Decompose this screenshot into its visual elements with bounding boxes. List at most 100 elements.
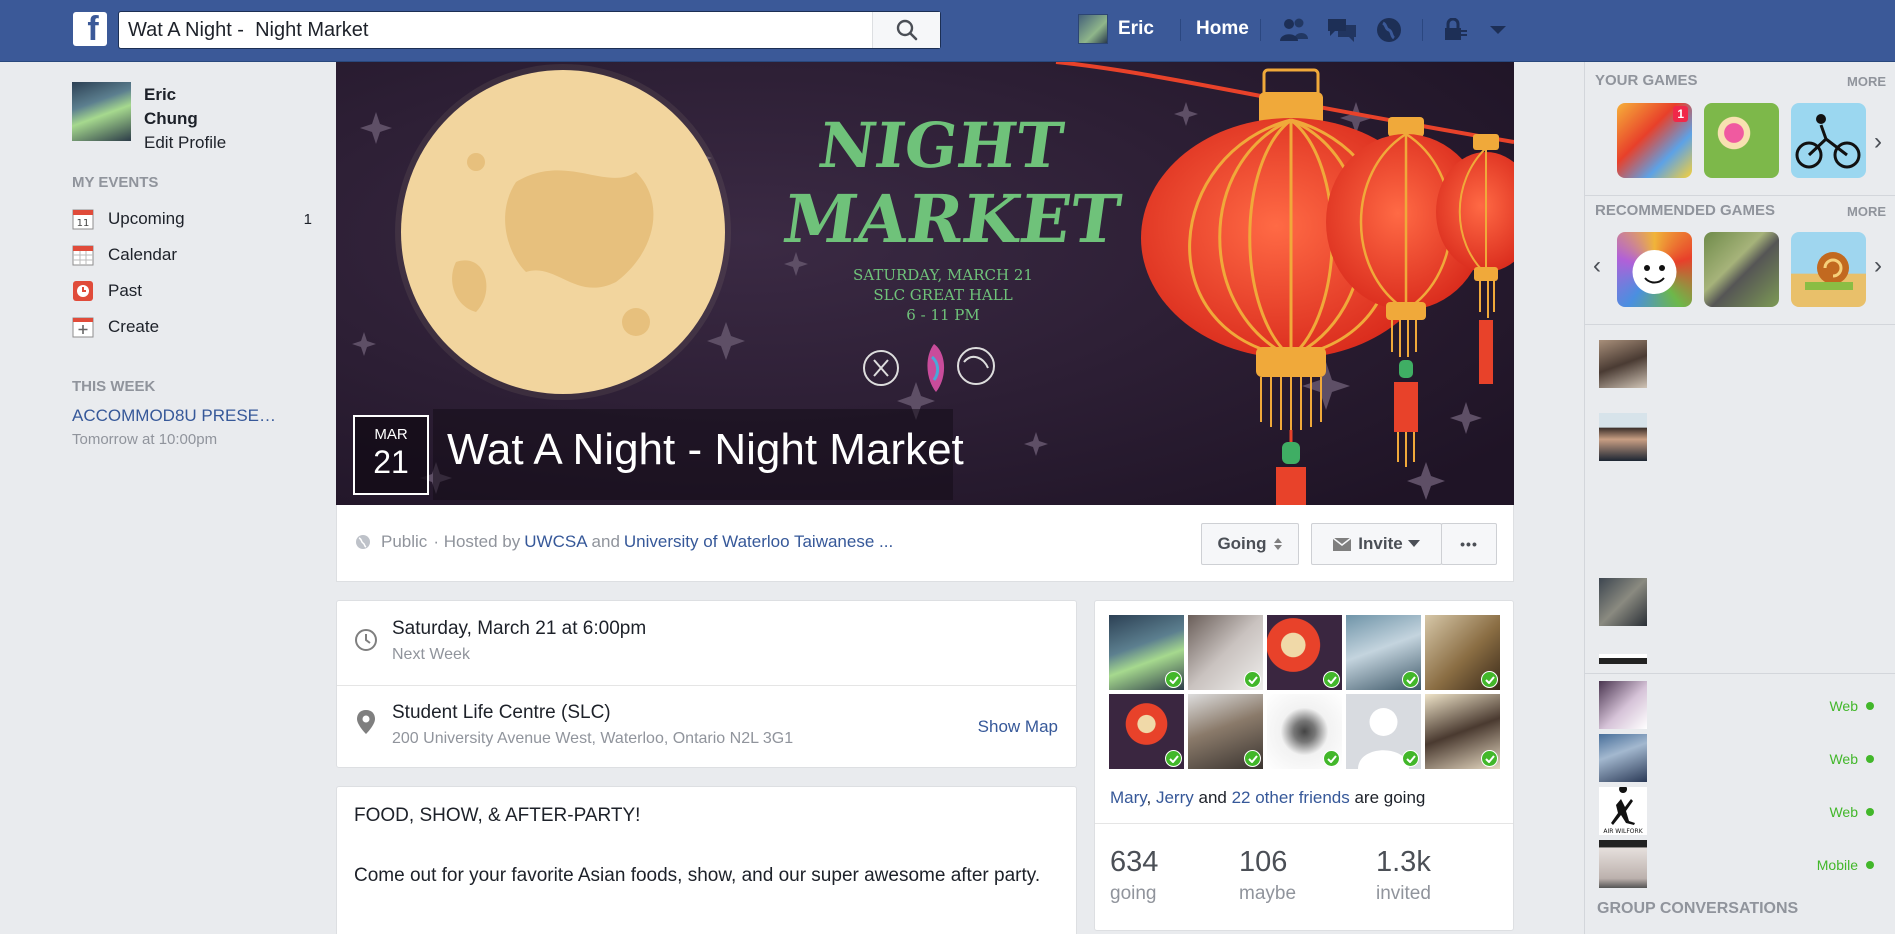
snail-bob-game-icon[interactable] xyxy=(1791,232,1866,307)
contact-avatar[interactable] xyxy=(1599,340,1647,388)
messages-icon[interactable] xyxy=(1326,16,1358,44)
and-label: and xyxy=(1198,788,1227,807)
host-uwcsa-link[interactable]: UWCSA xyxy=(524,532,587,552)
friend-avatar[interactable] xyxy=(1109,615,1184,690)
friend-avatar[interactable] xyxy=(1425,694,1500,769)
candy-lollipop-game-icon[interactable] xyxy=(1704,103,1779,178)
events-calendar-link[interactable]: Calendar xyxy=(72,240,312,270)
events-create-link[interactable]: Create xyxy=(72,312,312,342)
stat-going[interactable]: 634 going xyxy=(1110,846,1158,905)
description-headline: FOOD, SHOW, & AFTER-PARTY! xyxy=(354,805,641,826)
nav-avatar xyxy=(1078,14,1108,44)
friend-avatar[interactable] xyxy=(1346,615,1421,690)
nav-home-link[interactable]: Home xyxy=(1196,18,1249,40)
events-past-link[interactable]: Past xyxy=(72,276,312,306)
friend-avatar[interactable] xyxy=(1188,694,1263,769)
this-week-event-link[interactable]: ACCOMMOD8U PRESE… xyxy=(72,406,302,426)
search-icon xyxy=(896,19,917,41)
online-contact-avatar[interactable]: AIR WILFORK xyxy=(1599,785,1647,835)
going-button-label: Going xyxy=(1217,534,1267,553)
svg-text:11: 11 xyxy=(77,218,90,229)
stat-invited[interactable]: 1.3k invited xyxy=(1376,846,1431,905)
your-games-next-chevron-right-icon[interactable]: › xyxy=(1874,128,1882,156)
nav-profile-link[interactable]: Eric xyxy=(1078,14,1154,44)
going-check-icon xyxy=(1481,750,1498,767)
going-check-icon xyxy=(1481,671,1498,688)
going-check-icon xyxy=(1244,750,1261,767)
online-contact-avatar[interactable] xyxy=(1599,840,1647,888)
your-games-more-link[interactable]: MORE xyxy=(1847,74,1886,89)
events-create-label: Create xyxy=(108,317,160,336)
event-time-row: Saturday, March 21 at 6:00pm Next Week xyxy=(337,601,1076,685)
friend-avatar[interactable] xyxy=(1188,615,1263,690)
stats-divider xyxy=(1095,823,1513,824)
profile-avatar[interactable] xyxy=(72,82,131,141)
are-going-label: are going xyxy=(1354,788,1426,807)
contact-avatar[interactable] xyxy=(1599,578,1647,626)
privacy-shortcuts-icon[interactable] xyxy=(1440,16,1472,44)
search-button[interactable] xyxy=(872,12,940,48)
online-dot-icon xyxy=(1866,755,1874,763)
account-menu-chevron-down-icon[interactable] xyxy=(1482,16,1514,44)
going-button[interactable]: Going xyxy=(1201,523,1299,565)
events-upcoming-link[interactable]: 11 Upcoming 1 xyxy=(72,204,312,234)
event-description-card: FOOD, SHOW, & AFTER-PARTY! Come out for … xyxy=(336,786,1077,934)
stat-maybe[interactable]: 106 maybe xyxy=(1239,846,1296,905)
trivia-crack-game-icon[interactable] xyxy=(1617,232,1692,307)
invited-label: invited xyxy=(1376,883,1431,904)
this-week-heading: THIS WEEK xyxy=(72,378,156,395)
recommended-prev-chevron-left-icon[interactable]: ‹ xyxy=(1593,252,1601,280)
events-upcoming-label: Upcoming xyxy=(108,209,185,228)
friend-jerry-link[interactable]: Jerry xyxy=(1156,788,1194,807)
clock-past-icon xyxy=(72,280,94,302)
friends-going-summary: Mary, Jerry and 22 other friends are goi… xyxy=(1110,788,1426,807)
top-navigation-bar: f Eric Home xyxy=(0,0,1895,62)
invite-button[interactable]: Invite xyxy=(1311,523,1442,565)
events-past-label: Past xyxy=(108,281,143,300)
online-contact-avatar[interactable] xyxy=(1599,734,1647,782)
facebook-logo-icon[interactable]: f xyxy=(73,12,107,46)
more-options-button[interactable]: ••• xyxy=(1441,523,1497,565)
event-venue-link[interactable]: Student Life Centre (SLC) xyxy=(392,702,611,724)
friend-avatar[interactable] xyxy=(1109,694,1184,769)
host-uw-taiwanese-link[interactable]: University of Waterloo Taiwanese ... xyxy=(624,532,893,552)
going-check-icon xyxy=(1165,671,1182,688)
map-pin-icon xyxy=(353,709,379,735)
city-builder-game-icon[interactable] xyxy=(1704,232,1779,307)
presence-status: Web xyxy=(1829,698,1874,714)
sidebar-divider xyxy=(1585,673,1895,674)
friend-avatar-placeholder[interactable] xyxy=(1346,694,1421,769)
contact-avatar[interactable] xyxy=(1599,413,1647,461)
friend-avatar[interactable] xyxy=(1425,615,1500,690)
presence-status: Web xyxy=(1829,804,1874,820)
candy-crush-game-icon[interactable]: 1 xyxy=(1617,103,1692,178)
poster-venue: SLC GREAT HALL xyxy=(873,286,1012,304)
hosted-by-label: · Hosted by xyxy=(433,532,521,551)
notifications-globe-icon[interactable] xyxy=(1373,16,1405,44)
create-plus-icon xyxy=(72,316,94,338)
search-input[interactable] xyxy=(119,12,872,48)
online-contact-avatar[interactable] xyxy=(1599,681,1647,729)
event-details-card: Saturday, March 21 at 6:00pm Next Week S… xyxy=(336,600,1077,768)
bmx-bike-game-icon[interactable] xyxy=(1791,103,1866,178)
nav-divider xyxy=(1422,19,1423,41)
other-friends-link[interactable]: 22 other friends xyxy=(1232,788,1350,807)
friend-mary-link[interactable]: Mary xyxy=(1110,788,1147,807)
nav-user-name: Eric xyxy=(1118,18,1154,39)
chevron-down-icon xyxy=(1407,540,1420,547)
privacy-label: Public xyxy=(381,532,428,551)
recommended-games-heading: RECOMMENDED GAMES xyxy=(1595,202,1776,219)
friend-requests-icon[interactable] xyxy=(1278,16,1310,44)
contact-avatar-partial[interactable] xyxy=(1599,654,1647,664)
friend-avatar[interactable] xyxy=(1267,615,1342,690)
recommended-games-more-link[interactable]: MORE xyxy=(1847,204,1886,219)
event-privacy-host-line: Public · Hosted by UWCSA and University … xyxy=(355,532,897,552)
edit-profile-link[interactable]: Edit Profile xyxy=(144,131,226,155)
friend-avatar[interactable] xyxy=(1267,694,1342,769)
show-map-link[interactable]: Show Map xyxy=(978,717,1058,737)
event-location-row: Student Life Centre (SLC) 200 University… xyxy=(337,685,1076,769)
presence-label: Web xyxy=(1829,804,1858,820)
profile-name-link[interactable]: Eric Chung xyxy=(144,83,214,131)
recommended-next-chevron-right-icon[interactable]: › xyxy=(1874,252,1882,280)
poster-time: 6 - 11 PM xyxy=(906,306,979,324)
